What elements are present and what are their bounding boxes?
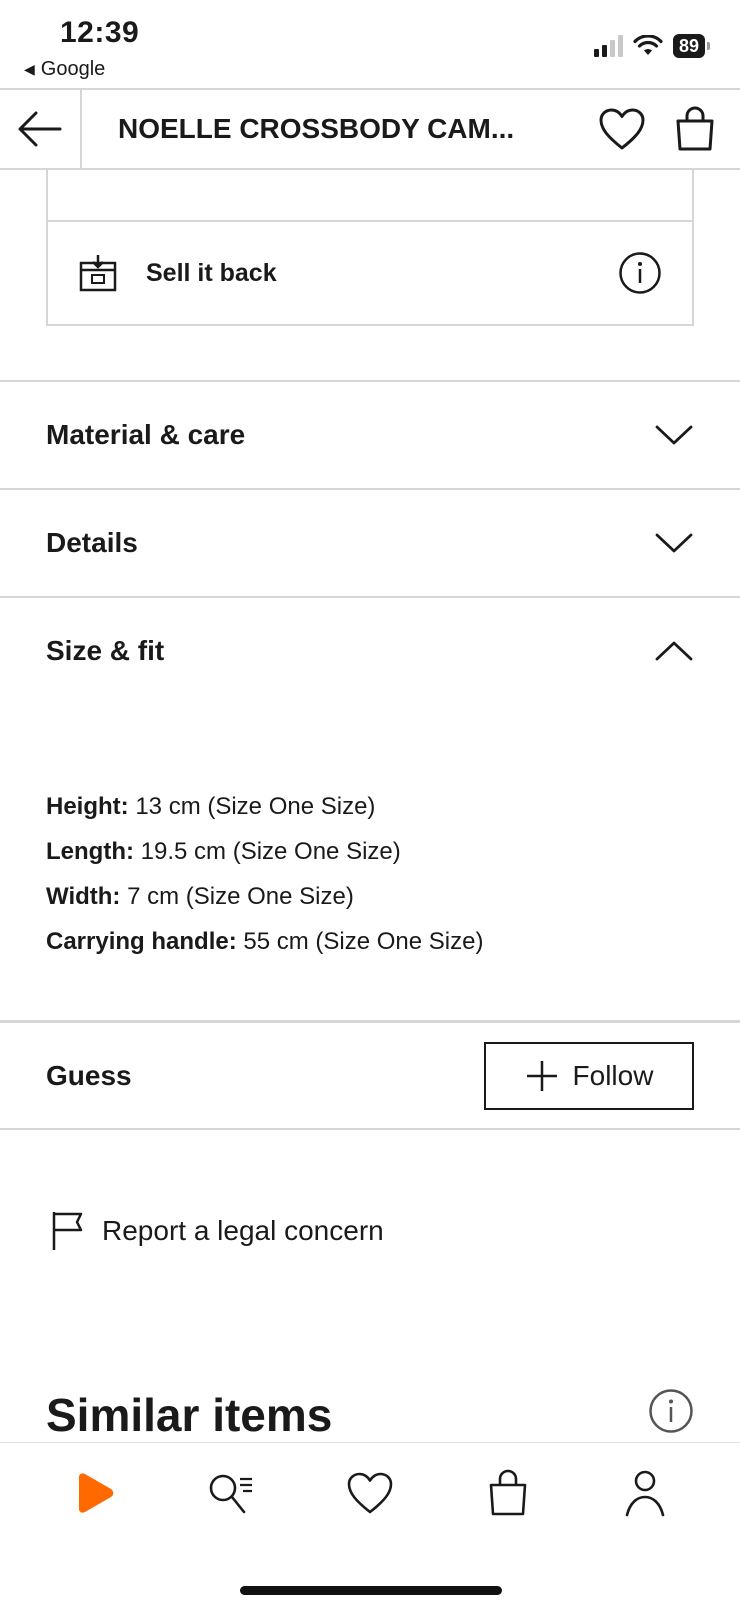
status-time: 12:39 <box>60 16 140 49</box>
box-return-icon <box>79 255 117 292</box>
wifi-icon <box>633 35 663 55</box>
follow-label: Follow <box>572 1059 654 1091</box>
spec-value: 55 cm (Size One Size) <box>243 928 484 955</box>
nav-bag[interactable] <box>478 1463 538 1523</box>
back-triangle-icon: ◀ <box>24 61 35 77</box>
bag-icon <box>489 1469 526 1516</box>
spec-key: Length: <box>46 838 134 865</box>
spec-value: 13 cm (Size One Size) <box>135 793 376 820</box>
nav-wishlist[interactable] <box>340 1463 400 1523</box>
home-icon <box>78 1473 114 1513</box>
spec-row: Width: 7 cm (Size One Size) <box>46 874 483 919</box>
flag-icon <box>52 1212 83 1250</box>
spec-value: 7 cm (Size One Size) <box>127 883 354 910</box>
wishlist-heart-icon[interactable] <box>598 107 646 151</box>
spec-value: 19.5 cm (Size One Size) <box>140 838 401 865</box>
info-icon[interactable] <box>618 251 662 295</box>
back-button[interactable] <box>0 90 82 168</box>
sell-back-box: Sell it back <box>46 168 694 326</box>
follow-button[interactable]: Follow <box>484 1041 694 1110</box>
search-icon <box>210 1474 253 1514</box>
accordion-material-care[interactable]: Material & care <box>0 380 740 488</box>
similar-items-heading: Similar items <box>46 1389 333 1441</box>
report-legal-concern-link[interactable]: Report a legal concern <box>50 1210 384 1252</box>
home-indicator <box>240 1586 502 1595</box>
back-app-label: Google <box>40 58 106 80</box>
accordion-details[interactable]: Details <box>0 488 740 596</box>
chevron-down-icon <box>655 533 693 553</box>
accordion-label: Size & fit <box>46 635 165 666</box>
accordion-label: Material & care <box>46 419 246 450</box>
nav-profile[interactable] <box>615 1463 675 1523</box>
spec-key: Height: <box>46 793 129 820</box>
bag-icon[interactable] <box>674 106 716 152</box>
size-fit-specs: Height: 13 cm (Size One Size) Length: 19… <box>46 784 483 964</box>
back-to-app-link[interactable]: ◀ Google <box>24 58 105 81</box>
spec-row: Carrying handle: 55 cm (Size One Size) <box>46 919 483 964</box>
page-title: NOELLE CROSSBODY CAM... <box>118 113 515 144</box>
spec-row: Height: 13 cm (Size One Size) <box>46 784 483 829</box>
sell-it-back-label: Sell it back <box>146 258 277 287</box>
info-icon[interactable] <box>648 1388 694 1434</box>
plus-icon <box>526 1060 557 1091</box>
report-label: Report a legal concern <box>102 1215 384 1246</box>
app-header: NOELLE CROSSBODY CAM... <box>0 88 740 170</box>
nav-home[interactable] <box>65 1463 125 1523</box>
status-icons: 89 <box>593 34 710 58</box>
signal-icon <box>593 35 623 57</box>
chevron-up-icon <box>655 641 693 661</box>
status-bar: 12:39 ◀ Google 89 <box>0 0 740 88</box>
battery-icon: 89 <box>672 34 710 58</box>
brand-name[interactable]: Guess <box>46 1060 132 1092</box>
spec-row: Length: 19.5 cm (Size One Size) <box>46 829 483 874</box>
nav-search[interactable] <box>202 1463 262 1523</box>
brand-row: Guess Follow <box>0 1020 740 1130</box>
spec-key: Width: <box>46 883 121 910</box>
chevron-down-icon <box>655 425 693 445</box>
profile-icon <box>625 1470 665 1517</box>
battery-level: 89 <box>672 34 705 58</box>
accordion-size-fit[interactable]: Size & fit <box>0 596 740 704</box>
accordion-label: Details <box>46 527 138 558</box>
spec-key: Carrying handle: <box>46 928 237 955</box>
heart-icon <box>347 1472 393 1514</box>
sell-it-back-row[interactable]: Sell it back <box>48 222 692 324</box>
arrow-left-icon <box>18 111 62 147</box>
bottom-nav <box>0 1442 740 1600</box>
